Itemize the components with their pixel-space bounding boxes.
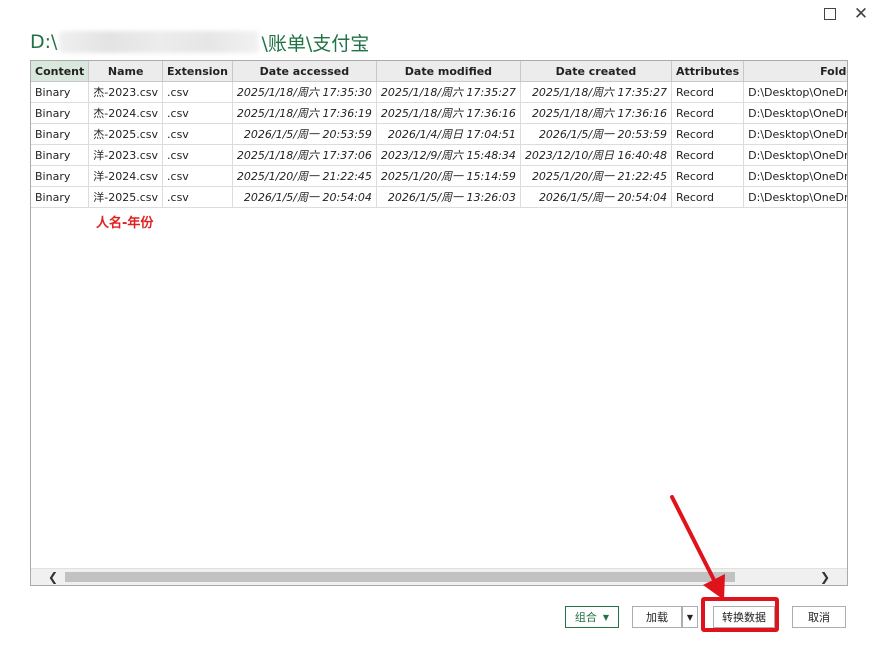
highlight-arrow-icon [670,495,725,600]
